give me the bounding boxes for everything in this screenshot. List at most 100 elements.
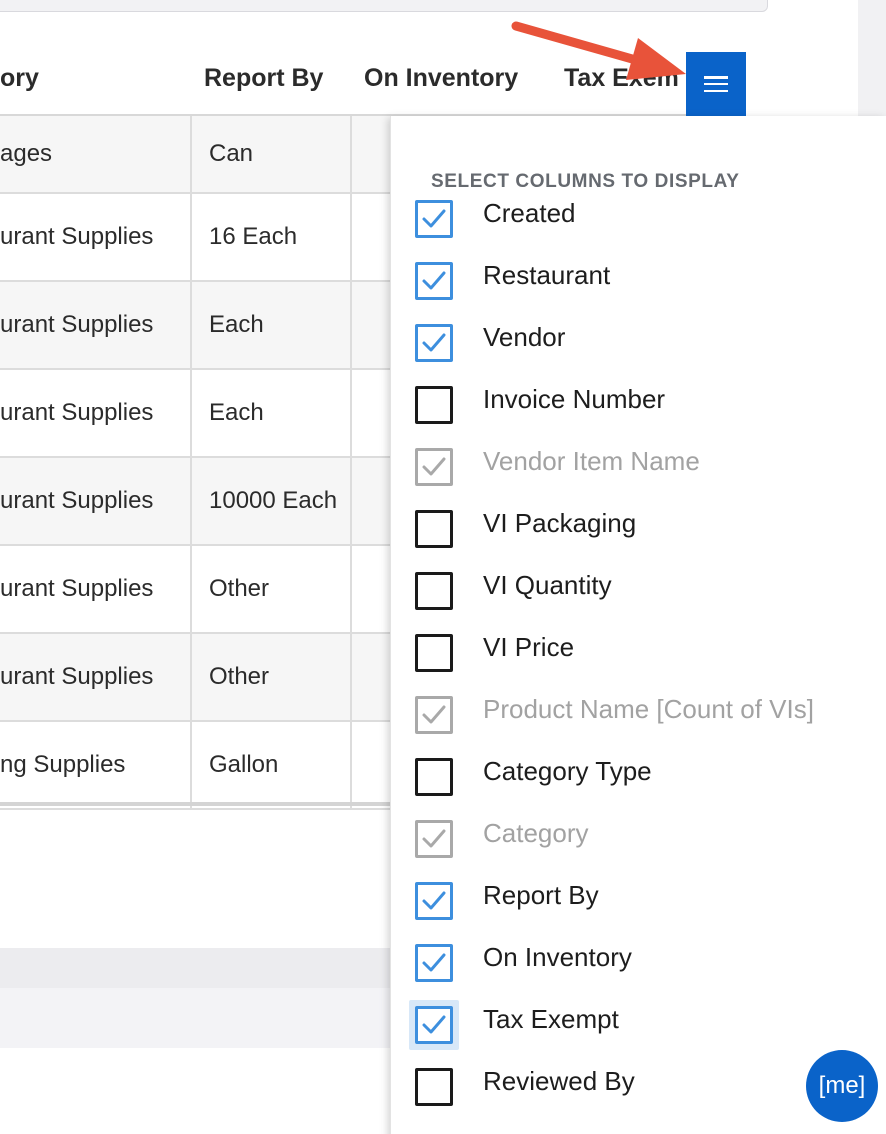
cell-on-inventory <box>350 282 390 368</box>
annotation-arrow-icon <box>511 21 686 80</box>
checkbox-checked[interactable] <box>415 882 453 920</box>
column-option[interactable]: VI Price <box>407 624 877 680</box>
data-table: ages Can urant Supplies 16 Each urant Su… <box>0 116 390 810</box>
column-option-label: Restaurant <box>483 260 611 290</box>
cell-report-by: 16 Each <box>190 194 348 280</box>
column-option: Vendor Item Name <box>407 438 877 494</box>
column-option[interactable]: VI Quantity <box>407 562 877 618</box>
cell-category: urant Supplies <box>0 223 154 250</box>
column-option[interactable]: Category Type <box>407 748 877 804</box>
column-option: Product Name [Count of VIs] <box>407 686 877 742</box>
cell-on-inventory <box>350 634 390 720</box>
checkbox-checked[interactable] <box>415 944 453 982</box>
checkbox-wrapper <box>409 194 459 244</box>
checkmark-icon <box>422 457 446 476</box>
table-row[interactable]: urant Supplies Each <box>0 370 390 458</box>
checkbox-wrapper <box>409 628 459 678</box>
column-option-label: VI Price <box>483 632 575 662</box>
column-option-label: Reviewed By <box>483 1066 635 1096</box>
column-header-on-inventory[interactable]: On Inventory <box>364 64 518 93</box>
checkbox-wrapper <box>409 814 459 864</box>
column-option[interactable]: Invoice Number <box>407 376 877 432</box>
checkbox-unchecked[interactable] <box>415 1068 453 1106</box>
cell-category: urant Supplies <box>0 311 154 338</box>
column-header-category[interactable]: ory <box>0 64 39 93</box>
cell-category: urant Supplies <box>0 399 154 426</box>
checkbox-wrapper <box>409 1000 459 1050</box>
cell-on-inventory <box>350 116 390 192</box>
checkbox-checked[interactable] <box>415 1006 453 1044</box>
column-option-label: Product Name [Count of VIs] <box>483 694 814 724</box>
column-option-label: On Inventory <box>483 942 632 972</box>
checkmark-icon <box>422 705 446 724</box>
column-option-label: Report By <box>483 880 599 910</box>
cell-on-inventory <box>350 370 390 456</box>
checkmark-icon <box>422 1015 446 1034</box>
chat-badge-button[interactable]: [me] <box>806 1050 878 1122</box>
checkmark-icon <box>422 891 446 910</box>
checkbox-wrapper <box>409 504 459 554</box>
checkmark-icon <box>422 271 446 290</box>
checkbox-unchecked[interactable] <box>415 758 453 796</box>
cell-report-by: Each <box>190 282 348 368</box>
checkmark-icon <box>422 209 446 228</box>
column-option-label: Created <box>483 198 576 228</box>
cell-category: ages <box>0 140 53 167</box>
checkbox-unchecked[interactable] <box>415 634 453 672</box>
checkbox-wrapper <box>409 938 459 988</box>
column-header-report-by[interactable]: Report By <box>204 64 323 93</box>
checkmark-icon <box>422 829 446 848</box>
hamburger-menu-icon <box>704 76 728 92</box>
cell-report-by: 10000 Each <box>190 458 348 544</box>
table-row[interactable]: urant Supplies Other <box>0 546 390 634</box>
checkbox-wrapper <box>409 566 459 616</box>
table-row[interactable]: ng Supplies Gallon <box>0 722 390 810</box>
column-option: Category <box>407 810 877 866</box>
table-row[interactable]: urant Supplies Each <box>0 282 390 370</box>
checkbox-wrapper <box>409 752 459 802</box>
column-option[interactable]: On Inventory <box>407 934 877 990</box>
table-row[interactable]: urant Supplies Other <box>0 634 390 722</box>
column-option[interactable]: Restaurant <box>407 252 877 308</box>
cell-category: ng Supplies <box>0 751 126 778</box>
checkbox-checked[interactable] <box>415 200 453 238</box>
table-row[interactable]: urant Supplies 16 Each <box>0 194 390 282</box>
cell-report-by: Each <box>190 370 348 456</box>
column-option-label: Invoice Number <box>483 384 666 414</box>
column-option[interactable]: Created <box>407 190 877 246</box>
checkbox-checked <box>415 820 453 858</box>
checkbox-unchecked[interactable] <box>415 572 453 610</box>
filter-bar[interactable] <box>0 0 768 12</box>
checkbox-wrapper <box>409 690 459 740</box>
cell-category: urant Supplies <box>0 487 154 514</box>
checkbox-unchecked[interactable] <box>415 510 453 548</box>
column-menu-button[interactable] <box>686 52 746 116</box>
checkbox-unchecked[interactable] <box>415 386 453 424</box>
checkbox-wrapper <box>409 318 459 368</box>
column-option[interactable]: Report By <box>407 872 877 928</box>
cell-report-by: Other <box>190 546 348 632</box>
cell-category: urant Supplies <box>0 663 154 690</box>
column-select-panel: SELECT COLUMNS TO DISPLAY Created Restaur… <box>390 116 886 1134</box>
checkbox-checked[interactable] <box>415 324 453 362</box>
cell-report-by: Can <box>190 116 348 192</box>
checkbox-wrapper <box>409 1062 459 1112</box>
column-option[interactable]: Vendor <box>407 314 877 370</box>
checkbox-checked <box>415 696 453 734</box>
column-option-label: Vendor Item Name <box>483 446 700 476</box>
checkmark-icon <box>422 333 446 352</box>
column-option[interactable]: VI Packaging <box>407 500 877 556</box>
checkbox-checked[interactable] <box>415 262 453 300</box>
column-option-label: Category Type <box>483 756 652 786</box>
checkmark-icon <box>422 953 446 972</box>
cell-category: urant Supplies <box>0 575 154 602</box>
column-option[interactable]: Tax Exempt <box>407 996 877 1052</box>
column-option-label: VI Quantity <box>483 570 612 600</box>
column-option-label: Category <box>483 818 589 848</box>
app-root: ory Report By On Inventory Tax Exem ages… <box>0 0 886 1134</box>
checkbox-wrapper <box>409 876 459 926</box>
column-option-label: Vendor <box>483 322 566 352</box>
table-row[interactable]: ages Can <box>0 116 390 194</box>
table-row[interactable]: urant Supplies 10000 Each <box>0 458 390 546</box>
column-option-label: VI Packaging <box>483 508 637 538</box>
